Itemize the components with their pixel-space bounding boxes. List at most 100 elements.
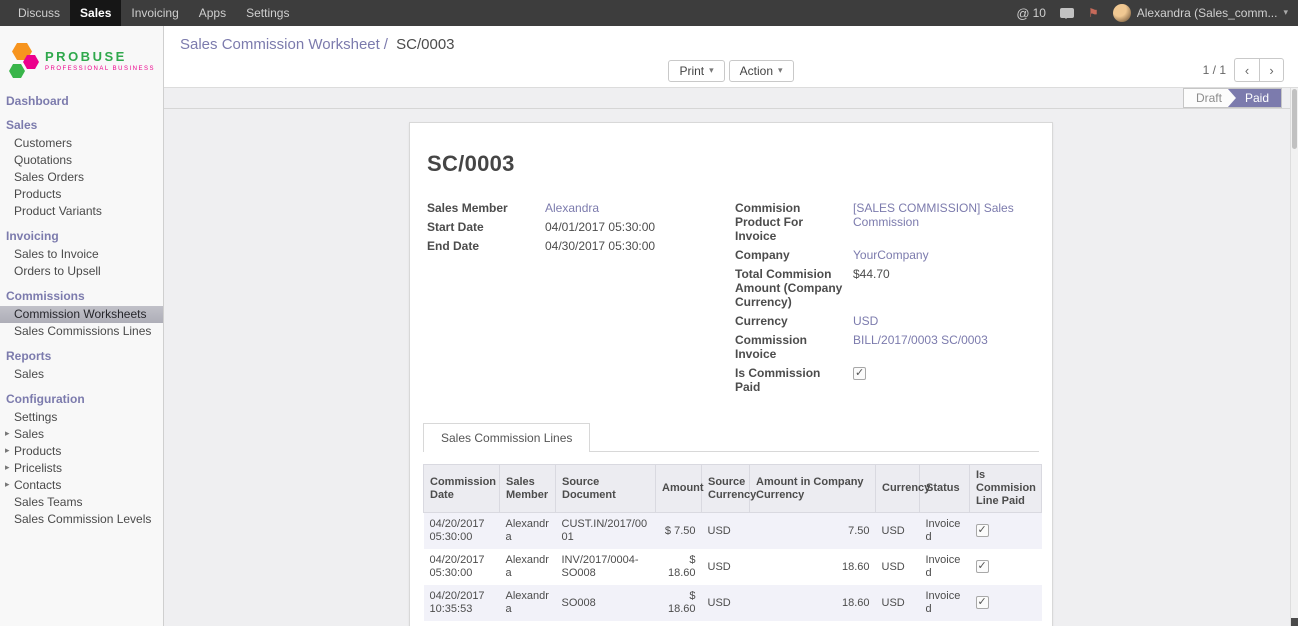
right-field-group: Commision Product For Invoice [SALES COM… bbox=[735, 201, 1039, 399]
probuse-logo[interactable]: PROBUSE PROFESSIONAL BUSINESS bbox=[4, 40, 159, 82]
caret-down-icon: ▾ bbox=[1283, 8, 1288, 18]
is-commission-paid-checkbox[interactable] bbox=[853, 367, 866, 380]
field-label-commission-invoice: Commission Invoice bbox=[735, 333, 853, 361]
sidebar-item-orders-to-upsell[interactable]: Orders to Upsell bbox=[0, 263, 163, 280]
sidebar-item-sales-teams[interactable]: Sales Teams bbox=[0, 494, 163, 511]
top-navbar: Discuss Sales Invoicing Apps Settings @ … bbox=[0, 0, 1298, 26]
caret-down-icon: ▾ bbox=[778, 66, 783, 76]
sidebar-item-config-pricelists[interactable]: Pricelists bbox=[0, 460, 163, 477]
mention-count: 10 bbox=[1033, 6, 1046, 20]
pager-previous-button[interactable]: ‹ bbox=[1234, 58, 1259, 82]
cell-line-paid bbox=[970, 549, 1042, 585]
sidebar-item-sales-to-invoice[interactable]: Sales to Invoice bbox=[0, 246, 163, 263]
sidebar-item-sales-orders[interactable]: Sales Orders bbox=[0, 169, 163, 186]
main-content: Sales Commission Worksheet/ SC/0003 Prin… bbox=[164, 26, 1298, 626]
sidebar-item-reports-sales[interactable]: Sales bbox=[0, 366, 163, 383]
sidebar-section-dashboard[interactable]: Dashboard bbox=[0, 94, 163, 109]
breadcrumb-parent-link[interactable]: Sales Commission Worksheet bbox=[180, 36, 380, 53]
sidebar-item-customers[interactable]: Customers bbox=[0, 135, 163, 152]
col-header-company-amount[interactable]: Amount in Company Currency bbox=[750, 465, 876, 513]
col-header-source-document[interactable]: Source Document bbox=[556, 465, 656, 513]
vertical-scrollbar[interactable] bbox=[1290, 88, 1298, 626]
action-button[interactable]: Action ▾ bbox=[729, 60, 794, 82]
activity-icon[interactable]: ⚑ bbox=[1088, 6, 1099, 20]
cell-status: Invoiced bbox=[920, 585, 970, 621]
notebook-tabs: Sales Commission Lines bbox=[423, 423, 1039, 452]
cell-line-paid bbox=[970, 513, 1042, 550]
col-header-source-currency[interactable]: Source Currency bbox=[702, 465, 750, 513]
col-header-commission-date[interactable]: Commission Date bbox=[424, 465, 500, 513]
cell-source: SO008 bbox=[556, 585, 656, 621]
sidebar-item-config-sales[interactable]: Sales bbox=[0, 426, 163, 443]
form-sheet: SC/0003 Sales Member Alexandra Start Dat… bbox=[409, 122, 1053, 626]
col-header-line-paid[interactable]: Is Commision Line Paid bbox=[970, 465, 1042, 513]
field-value-currency[interactable]: USD bbox=[853, 314, 878, 328]
status-band: Draft Paid bbox=[164, 88, 1298, 109]
pager: 1 / 1 ‹ › bbox=[1203, 58, 1284, 82]
col-header-currency[interactable]: Currency bbox=[876, 465, 920, 513]
menu-apps[interactable]: Apps bbox=[189, 0, 236, 26]
field-value-start-date: 04/01/2017 05:30:00 bbox=[545, 220, 655, 234]
line-paid-checkbox[interactable] bbox=[976, 560, 989, 573]
menu-discuss[interactable]: Discuss bbox=[8, 0, 70, 26]
col-header-sales-member[interactable]: Sales Member bbox=[500, 465, 556, 513]
sidebar-section-commissions[interactable]: Commissions bbox=[0, 289, 163, 304]
cell-source-currency: USD bbox=[702, 513, 750, 550]
scrollbar-corner bbox=[1291, 618, 1298, 626]
sidebar-item-config-settings[interactable]: Settings bbox=[0, 409, 163, 426]
sidebar-item-sales-commission-levels[interactable]: Sales Commission Levels bbox=[0, 511, 163, 528]
field-value-company[interactable]: YourCompany bbox=[853, 248, 929, 262]
sidebar-section-invoicing[interactable]: Invoicing bbox=[0, 229, 163, 244]
field-label-end-date: End Date bbox=[427, 239, 545, 253]
cell-source-currency: USD bbox=[702, 585, 750, 621]
field-value-sales-member[interactable]: Alexandra bbox=[545, 201, 599, 215]
sidebar-section-reports[interactable]: Reports bbox=[0, 349, 163, 364]
field-label-sales-member: Sales Member bbox=[427, 201, 545, 215]
pager-counter: 1 / 1 bbox=[1203, 63, 1226, 77]
line-paid-checkbox[interactable] bbox=[976, 596, 989, 609]
statusbar: Draft Paid bbox=[1183, 88, 1282, 108]
tab-sales-commission-lines[interactable]: Sales Commission Lines bbox=[423, 423, 590, 452]
cell-date: 04/20/2017 05:30:00 bbox=[424, 513, 500, 550]
mentions-counter[interactable]: @ 10 bbox=[1016, 6, 1046, 21]
status-step-draft[interactable]: Draft bbox=[1184, 89, 1236, 107]
table-row[interactable]: 04/20/2017 05:30:00 Alexandra CUST.IN/20… bbox=[424, 513, 1042, 550]
menu-sales[interactable]: Sales bbox=[70, 0, 121, 26]
user-name: Alexandra (Sales_comm... bbox=[1137, 6, 1278, 20]
topbar-right: @ 10 ⚑ Alexandra (Sales_comm... ▾ bbox=[1016, 0, 1298, 26]
avatar bbox=[1113, 4, 1131, 22]
field-label-commission-product: Commision Product For Invoice bbox=[735, 201, 853, 243]
field-value-commission-invoice[interactable]: BILL/2017/0003 SC/0003 bbox=[853, 333, 988, 347]
table-spacer-row bbox=[424, 621, 1042, 626]
breadcrumb-separator: / bbox=[384, 36, 388, 53]
cell-source: CUST.IN/2017/0001 bbox=[556, 513, 656, 550]
control-panel-buttons: Print ▾ Action ▾ 1 / 1 ‹ › bbox=[164, 55, 1298, 87]
status-step-paid[interactable]: Paid bbox=[1231, 89, 1281, 107]
table-row[interactable]: 04/20/2017 10:35:53 Alexandra SO008 $ 18… bbox=[424, 585, 1042, 621]
col-header-amount[interactable]: Amount bbox=[656, 465, 702, 513]
field-value-commission-product[interactable]: [SALES COMMISSION] Sales Commission bbox=[853, 201, 1039, 229]
print-button[interactable]: Print ▾ bbox=[668, 60, 724, 82]
sidebar-section-sales[interactable]: Sales bbox=[0, 118, 163, 133]
sidebar-item-config-products[interactable]: Products bbox=[0, 443, 163, 460]
breadcrumb: Sales Commission Worksheet/ SC/0003 bbox=[164, 26, 1298, 53]
sidebar-item-config-contacts[interactable]: Contacts bbox=[0, 477, 163, 494]
chat-icon[interactable] bbox=[1060, 8, 1074, 18]
user-menu[interactable]: Alexandra (Sales_comm... ▾ bbox=[1113, 4, 1288, 22]
col-header-status[interactable]: Status bbox=[920, 465, 970, 513]
cell-source-currency: USD bbox=[702, 549, 750, 585]
sidebar-item-sales-commissions-lines[interactable]: Sales Commissions Lines bbox=[0, 323, 163, 340]
cell-currency: USD bbox=[876, 513, 920, 550]
menu-invoicing[interactable]: Invoicing bbox=[121, 0, 188, 26]
sidebar-item-product-variants[interactable]: Product Variants bbox=[0, 203, 163, 220]
scrollbar-thumb[interactable] bbox=[1292, 89, 1297, 149]
sidebar-item-quotations[interactable]: Quotations bbox=[0, 152, 163, 169]
field-label-total-commission-amount: Total Commision Amount (Company Currency… bbox=[735, 267, 853, 309]
sidebar-item-products[interactable]: Products bbox=[0, 186, 163, 203]
table-row[interactable]: 04/20/2017 05:30:00 Alexandra INV/2017/0… bbox=[424, 549, 1042, 585]
pager-next-button[interactable]: › bbox=[1259, 58, 1284, 82]
line-paid-checkbox[interactable] bbox=[976, 524, 989, 537]
sidebar-section-configuration[interactable]: Configuration bbox=[0, 392, 163, 407]
menu-settings[interactable]: Settings bbox=[236, 0, 299, 26]
sidebar-item-commission-worksheets[interactable]: Commission Worksheets bbox=[0, 306, 163, 323]
